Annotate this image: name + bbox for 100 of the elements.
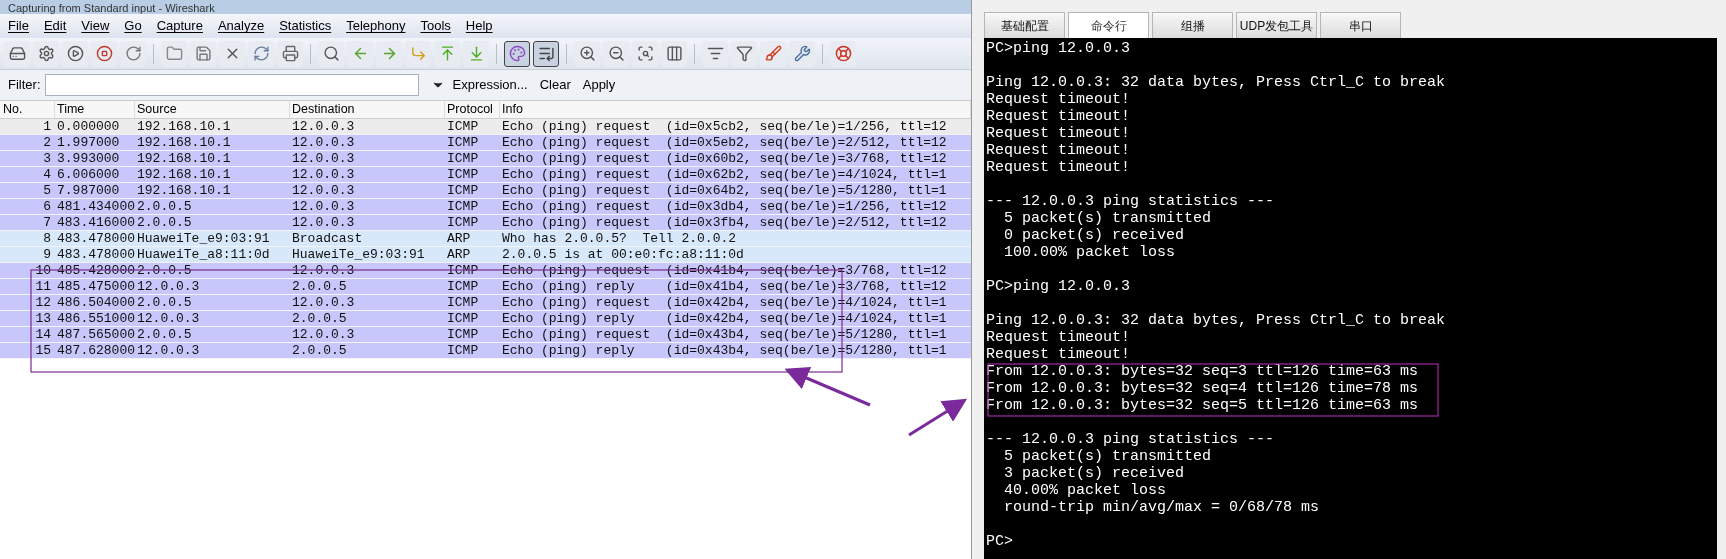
filter-action-button[interactable]: Apply xyxy=(582,75,616,95)
table-cell-text: HuaweiTe_e9:03:91 xyxy=(291,245,426,264)
table-cell-text: Echo (ping) request (id=0x43b4, seq(be/le)=5/1280, ttl=1 xyxy=(501,325,948,344)
table-cell-text: 12.0.0.3 xyxy=(291,325,356,344)
menu-item[interactable]: File xyxy=(8,16,29,36)
terminal-line: Request timeout! xyxy=(986,91,1131,108)
table-cell-text: 12.0.0.3 xyxy=(136,277,201,296)
annotation-arrow xyxy=(908,398,968,437)
menu-item[interactable]: Statistics xyxy=(279,16,332,36)
column-header[interactable]: No. xyxy=(0,101,55,118)
table-cell-text: 12.0.0.3 xyxy=(291,165,356,184)
table-cell-text: 7.987000 xyxy=(56,181,121,200)
zoom-reset-icon xyxy=(636,45,654,62)
tab[interactable]: 命令行 xyxy=(1068,12,1149,38)
column-header[interactable]: Info xyxy=(500,101,971,118)
packet-row[interactable]: 13 486.551000 12.0.0.3 2.0.0.5 ICMP Echo (ping) reply (id=0x42b4, seq(be/le)=4/1024, ttl=1 xyxy=(0,311,971,327)
goto-arrow-icon xyxy=(409,45,427,62)
packet-row[interactable]: 1 0.000000 192.168.10.1 12.0.0.3 ICMP Echo (ping) request (id=0x5cb2, seq(be/le)=1/256, ttl=12 xyxy=(0,119,971,135)
menu-item[interactable]: Capture xyxy=(156,16,203,36)
terminal-line: 100.00% packet loss xyxy=(1003,244,1176,261)
table-cell-text: 0.000000 xyxy=(56,117,121,136)
table-cell-text: 483.478000 xyxy=(56,229,135,248)
column-header[interactable]: Destination xyxy=(290,101,445,118)
menu-item[interactable]: Telephony xyxy=(346,16,406,36)
tab[interactable]: UDP发包工具 xyxy=(1236,12,1317,38)
table-cell-text: ICMP xyxy=(446,133,480,152)
menu-item[interactable]: Analyze xyxy=(217,16,265,36)
table-cell-text: 4 xyxy=(42,165,52,184)
table-cell-text: 12 xyxy=(34,293,52,312)
reload-icon xyxy=(252,45,270,62)
menu-item[interactable]: View xyxy=(81,16,110,36)
packet-row[interactable]: 3 3.993000 192.168.10.1 12.0.0.3 ICMP Echo (ping) request (id=0x60b2, seq(be/le)=3/768, ttl=12 xyxy=(0,151,971,167)
packet-row[interactable]: 11 485.475000 12.0.0.3 2.0.0.5 ICMP Echo (ping) reply (id=0x41b4, seq(be/le)=3/768, ttl=12 xyxy=(0,279,971,295)
wrench-icon xyxy=(793,45,811,62)
filter-label: Filter: xyxy=(8,76,41,95)
terminal-line: Request timeout! xyxy=(986,159,1131,176)
table-cell-text: 1 xyxy=(42,117,52,136)
packet-row[interactable]: 2 1.997000 192.168.10.1 12.0.0.3 ICMP Echo (ping) request (id=0x5eb2, seq(be/le)=2/512, ttl=12 xyxy=(0,135,971,151)
table-cell-text: ARP xyxy=(446,229,472,248)
packet-row[interactable]: 14 487.565000 2.0.0.5 12.0.0.3 ICMP Echo (ping) request (id=0x43b4, seq(be/le)=5/1280, ttl=1 xyxy=(0,327,971,343)
table-cell-text: 3.993000 xyxy=(56,149,121,168)
restart-icon xyxy=(124,45,142,62)
toolbar-button[interactable] xyxy=(504,40,530,67)
packet-row[interactable]: 7 483.416000 2.0.0.5 12.0.0.3 ICMP Echo (ping) request (id=0x3fb4, seq(be/le)=2/512, ttl=12 xyxy=(0,215,971,231)
table-cell-text: ICMP xyxy=(446,325,480,344)
filter-input[interactable] xyxy=(44,74,419,96)
save-icon xyxy=(194,45,212,62)
zoom-out-icon xyxy=(607,45,625,62)
packet-row[interactable]: 15 487.628000 12.0.0.3 2.0.0.5 ICMP Echo (ping) reply (id=0x43b4, seq(be/le)=5/1280, ttl=1 xyxy=(0,343,971,359)
table-cell-text: 5 xyxy=(42,181,52,200)
toolbar-button[interactable] xyxy=(533,40,559,67)
funnel-icon xyxy=(735,45,753,62)
table-cell-text: 11 xyxy=(34,277,52,296)
table-cell-text: 486.551000 xyxy=(56,309,135,328)
menu-item[interactable]: Help xyxy=(465,16,493,36)
filter-action-button[interactable]: Clear xyxy=(539,75,571,95)
table-cell-text: Echo (ping) request (id=0x64b2, seq(be/le)=5/1280, ttl=1 xyxy=(501,181,948,200)
table-cell-text: 12.0.0.3 xyxy=(291,213,356,232)
table-cell-text: 192.168.10.1 xyxy=(136,117,232,136)
table-cell-text: 12.0.0.3 xyxy=(291,197,356,216)
terminal-line: Request timeout! xyxy=(986,329,1131,346)
brush-icon xyxy=(764,45,782,62)
menu-item[interactable]: Tools xyxy=(420,16,451,36)
table-cell-text: 7 xyxy=(42,213,52,232)
table-cell-text: 12.0.0.3 xyxy=(291,117,356,136)
packet-row[interactable]: 12 486.504000 2.0.0.5 12.0.0.3 ICMP Echo (ping) request (id=0x42b4, seq(be/le)=4/1024, ttl=1 xyxy=(0,295,971,311)
table-cell-text: ICMP xyxy=(446,293,480,312)
menu-item[interactable]: Go xyxy=(124,16,142,36)
table-cell-text: 2.0.0.5 xyxy=(136,293,193,312)
menu-item[interactable]: Edit xyxy=(43,16,67,36)
tab[interactable]: 串口 xyxy=(1320,12,1401,38)
tab[interactable]: 基础配置 xyxy=(984,12,1065,38)
packet-row[interactable]: 9 483.478000 HuaweiTe_a8:11:0d HuaweiTe_e9:03:91 ARP 2.0.0.5 is at 00:e0:fc:a8:11:0d xyxy=(0,247,971,263)
packet-row[interactable]: 4 6.006000 192.168.10.1 12.0.0.3 ICMP Echo (ping) request (id=0x62b2, seq(be/le)=4/1024, ttl=1 xyxy=(0,167,971,183)
packet-row[interactable]: 8 483.478000 HuaweiTe_e9:03:91 Broadcast ARP Who has 2.0.0.5? Tell 2.0.0.2 xyxy=(0,231,971,247)
table-cell-text: 8 xyxy=(42,229,52,248)
column-header[interactable]: Source xyxy=(135,101,290,118)
table-cell-text: 13 xyxy=(34,309,52,328)
table-cell-text: 192.168.10.1 xyxy=(136,133,232,152)
lifebuoy-icon xyxy=(834,45,852,62)
terminal-line: PC>ping 12.0.0.3 xyxy=(986,278,1131,295)
table-cell-text: 2.0.0.5 xyxy=(291,341,348,360)
filter-action-button[interactable]: Expression... xyxy=(452,75,528,95)
table-cell-text: Echo (ping) request (id=0x3fb4, seq(be/le)=2/512, ttl=12 xyxy=(501,213,948,232)
search-icon xyxy=(322,45,340,62)
table-cell-text: ICMP xyxy=(446,341,480,360)
terminal-line: round-trip min/avg/max = 0/68/78 ms xyxy=(1003,499,1320,516)
tab[interactable]: 组播 xyxy=(1152,12,1233,38)
table-cell-text: Who has 2.0.0.5? Tell 2.0.0.2 xyxy=(501,229,738,248)
hard-drive-icon xyxy=(8,45,26,62)
table-cell-text: 12.0.0.3 xyxy=(291,181,356,200)
packet-row[interactable]: 5 7.987000 192.168.10.1 12.0.0.3 ICMP Echo (ping) request (id=0x64b2, seq(be/le)=5/1280, ttl=1 xyxy=(0,183,971,199)
column-header[interactable]: Time xyxy=(55,101,135,118)
column-header[interactable]: Protocol xyxy=(445,101,500,118)
table-cell-text: 485.475000 xyxy=(56,277,135,296)
table-cell-text: 2.0.0.5 is at 00:e0:fc:a8:11:0d xyxy=(501,245,745,264)
zoom-in-icon xyxy=(578,45,596,62)
table-cell-text: 9 xyxy=(42,245,52,264)
packet-row[interactable]: 6 481.434000 2.0.0.5 12.0.0.3 ICMP Echo (ping) request (id=0x3db4, seq(be/le)=1/256, ttl=12 xyxy=(0,199,971,215)
table-cell-text: Echo (ping) request (id=0x5eb2, seq(be/le)=2/512, ttl=12 xyxy=(501,133,948,152)
